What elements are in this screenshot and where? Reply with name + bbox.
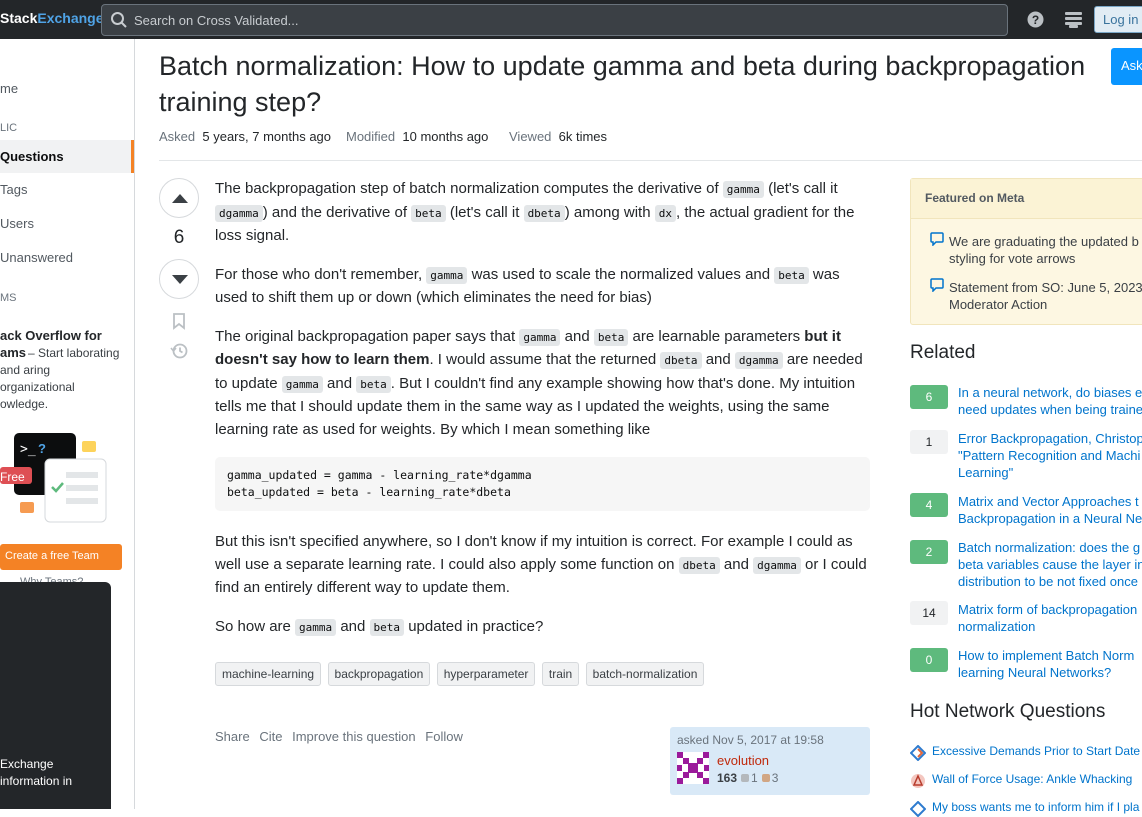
hot-question-link[interactable]: Wall of Force Usage: Ankle Whacking (932, 771, 1142, 787)
paragraph-3: The original backpropagation paper says … (215, 327, 863, 438)
improve-link[interactable]: Improve this question (292, 729, 416, 744)
related-score[interactable]: 4 (910, 493, 948, 517)
bookmark-icon[interactable] (170, 312, 188, 330)
asked-meta: Asked 5 years, 7 months ago (159, 129, 332, 144)
upvote-button[interactable] (159, 178, 199, 218)
related-score[interactable]: 2 (910, 540, 948, 564)
hot-network-heading: Hot Network Questions (910, 701, 1106, 722)
nav-unanswered[interactable]: Unanswered (0, 250, 73, 265)
tag-list: machine-learning backpropagation hyperpa… (215, 662, 706, 686)
silver-badge-icon (741, 774, 750, 782)
related-score[interactable]: 0 (910, 648, 948, 672)
related-link[interactable]: How to implement Batch Norm learning Neu… (958, 647, 1142, 681)
free-badge: Free (0, 470, 25, 484)
help-icon[interactable]: ? (1027, 11, 1044, 28)
paragraph-1: The backpropagation step of batch normal… (215, 180, 855, 244)
share-link[interactable]: Share (215, 729, 250, 744)
top-bar: StackExchange ? Log in (0, 0, 1142, 39)
nav-home[interactable]: me (0, 81, 18, 96)
site-icon (910, 745, 926, 761)
question-body: The backpropagation step of batch normal… (215, 178, 870, 655)
related-heading: Related (910, 342, 976, 363)
hot-question-link[interactable]: My boss wants me to inform him if I pla (932, 799, 1142, 815)
tag-machine-learning[interactable]: machine-learning (215, 662, 322, 686)
arrow-down-icon (172, 275, 188, 284)
search-input[interactable] (134, 10, 994, 30)
code-block: gamma_updated = gamma - learning_rate*dg… (215, 457, 870, 511)
featured-item-2[interactable]: Statement from SO: June 5, 2023 Moderato… (949, 279, 1142, 313)
site-icon (911, 774, 925, 788)
owner-name[interactable]: evolution (717, 753, 769, 768)
owner-card: asked Nov 5, 2017 at 19:58 evolution 163… (670, 727, 870, 795)
site-icon (910, 801, 926, 817)
cite-link[interactable]: Cite (259, 729, 282, 744)
svg-text:?: ? (38, 441, 46, 456)
bronze-badge-icon (761, 774, 770, 782)
site-logo[interactable]: StackExchange (0, 10, 104, 26)
nav-users[interactable]: Users (0, 216, 34, 231)
related-link[interactable]: Batch normalization: does the g beta var… (958, 539, 1142, 590)
paragraph-5: So how are gamma and beta updated in pra… (215, 617, 544, 636)
related-score[interactable]: 14 (910, 601, 948, 625)
owner-reputation: 163 1 3 (717, 771, 779, 785)
speech-bubble-icon (930, 232, 944, 246)
related-score[interactable]: 1 (910, 430, 948, 454)
login-button[interactable]: Log in (1094, 6, 1142, 33)
downvote-button[interactable] (159, 259, 199, 299)
nav-questions[interactable]: Questions (0, 149, 64, 164)
teams-promo-desc: – Start laborating and aring organizatio… (0, 346, 120, 411)
cookie-panel: Exchange information in (0, 582, 111, 809)
featured-on-meta: Featured on Meta We are graduating the u… (910, 178, 1142, 325)
related-link[interactable]: Error Backpropagation, Christop "Pattern… (958, 430, 1142, 481)
avatar[interactable] (677, 752, 709, 784)
search-icon (111, 12, 127, 28)
related-link[interactable]: Matrix form of backpropagation normaliza… (958, 601, 1142, 635)
featured-item-1[interactable]: We are graduating the updated b styling … (949, 233, 1142, 267)
speech-bubble-icon (930, 278, 944, 292)
tag-backpropagation[interactable]: backpropagation (327, 662, 431, 686)
paragraph-4: But this isn't specified anywhere, so I … (215, 533, 867, 596)
create-team-button[interactable]: Create a free Team (0, 544, 122, 570)
divider (159, 160, 1142, 161)
featured-title: Featured on Meta (911, 179, 1142, 219)
follow-link[interactable]: Follow (425, 729, 463, 744)
site-switcher-icon[interactable] (1065, 11, 1082, 28)
related-link[interactable]: Matrix and Vector Approaches t Backpropa… (958, 493, 1142, 527)
search-box[interactable] (101, 4, 1008, 36)
viewed-meta: Viewed 6k times (509, 129, 608, 144)
hot-question-link[interactable]: Excessive Demands Prior to Start Date (932, 743, 1142, 759)
ask-question-button[interactable]: Ask (1111, 48, 1142, 85)
arrow-up-icon (172, 194, 188, 203)
tag-batch-normalization[interactable]: batch-normalization (585, 662, 705, 686)
svg-text:?: ? (1032, 13, 1039, 27)
paragraph-2: For those who don't remember, gamma was … (215, 265, 840, 307)
nav-tags[interactable]: Tags (0, 182, 27, 197)
vote-count: 6 (173, 227, 185, 248)
history-icon[interactable] (170, 342, 188, 360)
related-link[interactable]: In a neural network, do biases e need up… (958, 384, 1142, 418)
post-actions: Share Cite Improve this question Follow (215, 729, 469, 744)
svg-text:>_: >_ (20, 442, 36, 457)
nav-section-public: LIC (0, 122, 18, 134)
cookie-panel-text: Exchange information in (0, 757, 73, 788)
asked-date: asked Nov 5, 2017 at 19:58 (677, 733, 824, 747)
nav-section-teams: MS (0, 292, 17, 304)
tag-train[interactable]: train (541, 662, 580, 686)
page-title[interactable]: Batch normalization: How to update gamma… (159, 48, 1099, 120)
modified-meta: Modified 10 months ago (346, 129, 489, 144)
tag-hyperparameter[interactable]: hyperparameter (436, 662, 536, 686)
related-score[interactable]: 6 (910, 385, 948, 409)
